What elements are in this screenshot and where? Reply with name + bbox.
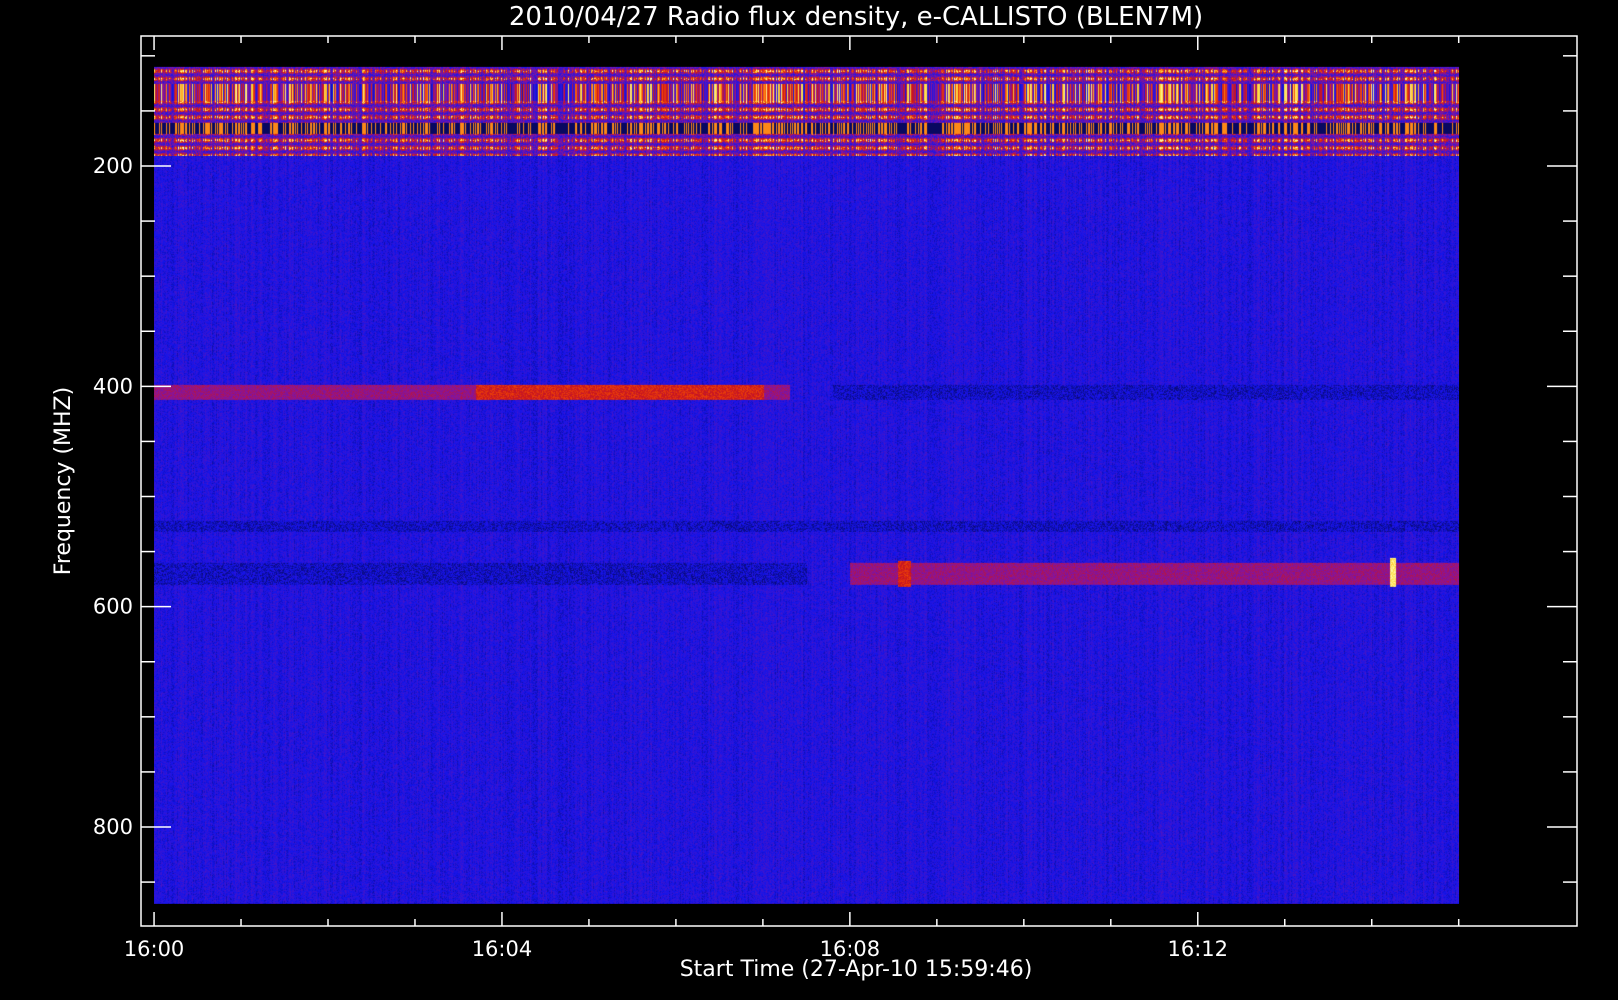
chart-title: 2010/04/27 Radio flux density, e-CALLIST…: [509, 2, 1203, 32]
x-axis-label: Start Time (27-Apr-10 15:59:46): [680, 957, 1033, 982]
spectrogram-image: [154, 66, 1460, 904]
y-tick-label: 800: [93, 815, 133, 839]
y-tick-label: 400: [93, 374, 133, 398]
x-tick-label: 16:04: [472, 937, 533, 961]
y-tick-label: 600: [93, 595, 133, 619]
spectrogram-figure: 2010/04/27 Radio flux density, e-CALLIST…: [0, 0, 1618, 1000]
x-tick-label: 16:12: [1168, 937, 1229, 961]
y-axis-label: Frequency (MHZ): [51, 387, 76, 575]
spectrogram-heatmap: [154, 66, 1460, 904]
y-tick-label: 200: [93, 154, 133, 178]
x-tick-label: 16:00: [124, 937, 185, 961]
